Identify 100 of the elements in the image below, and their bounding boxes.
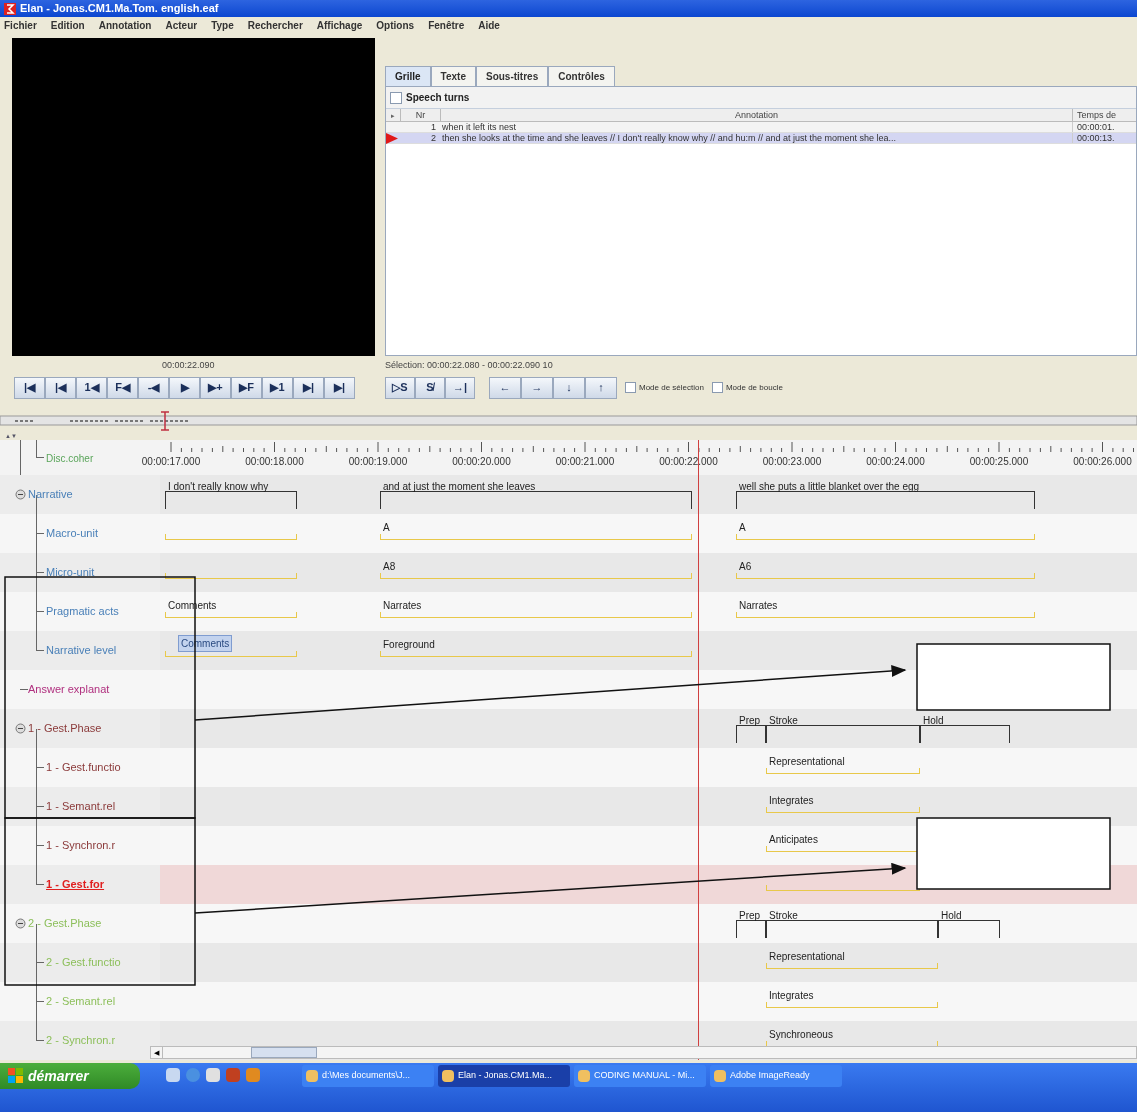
tab[interactable]: Contrôles bbox=[548, 66, 615, 86]
collapse-icon[interactable] bbox=[15, 489, 26, 500]
media-button[interactable]: -◀ bbox=[138, 376, 169, 399]
taskbar-button[interactable]: Adobe ImageReady bbox=[710, 1065, 842, 1087]
media-button[interactable]: ▷S bbox=[385, 376, 415, 399]
tab[interactable]: Sous-titres bbox=[475, 66, 549, 86]
media-button[interactable]: S̸ bbox=[415, 376, 445, 399]
time-label: 00:00:23.000 bbox=[762, 455, 822, 469]
annotation-text: A6 bbox=[739, 560, 752, 574]
window-title: Elan - Jonas.CM1.Ma.Tom. english.eaf bbox=[20, 1, 219, 17]
media-button[interactable]: ↑ bbox=[585, 376, 617, 399]
annotation-text: well she puts a little blanket over the egg bbox=[739, 480, 920, 494]
tier-label[interactable]: Narrative bbox=[28, 487, 73, 501]
time-label: 00:00:21.000 bbox=[555, 455, 615, 469]
tier-label[interactable]: 1 - Synchron.r bbox=[46, 838, 116, 852]
annotation-span[interactable] bbox=[766, 920, 938, 938]
taskbar-button[interactable]: d:\Mes documents\J... bbox=[302, 1065, 434, 1087]
tier-label[interactable]: Narrative level bbox=[46, 643, 117, 657]
tab[interactable]: Texte bbox=[430, 66, 476, 86]
menu-item[interactable]: Rechercher bbox=[247, 18, 303, 33]
menu-item[interactable]: Fichier bbox=[4, 18, 37, 33]
tier-label[interactable]: Micro-unit bbox=[46, 565, 95, 579]
time-label: 00:00:18.000 bbox=[245, 455, 304, 469]
column-header[interactable]: Annotation bbox=[440, 109, 1072, 121]
tier-label[interactable]: 1 - Gest.Phase bbox=[28, 721, 102, 735]
column-header[interactable]: Temps de bbox=[1072, 109, 1136, 121]
time-label: 00:00:25.000 bbox=[969, 455, 1029, 469]
annotation-text: and at just the moment she leaves bbox=[383, 480, 536, 494]
tier-label[interactable]: 1 - Gest.functio bbox=[46, 760, 121, 774]
app-icon bbox=[442, 1070, 454, 1082]
collapse-icon[interactable] bbox=[15, 723, 26, 734]
mode-checkbox[interactable] bbox=[711, 382, 723, 393]
column-header[interactable]: Nr bbox=[400, 109, 440, 121]
media-button[interactable]: ▶| bbox=[324, 376, 355, 399]
annotation-text: A8 bbox=[383, 560, 396, 574]
menu-item[interactable]: Edition bbox=[50, 18, 85, 33]
annotation-text: Hold bbox=[941, 909, 962, 923]
annotation-span[interactable] bbox=[938, 920, 1000, 938]
collapse-icon[interactable] bbox=[15, 918, 26, 929]
annotation-span[interactable] bbox=[920, 725, 1010, 743]
tab[interactable]: Grille bbox=[385, 66, 431, 86]
scrollbar-thumb[interactable] bbox=[251, 1047, 317, 1058]
tier-checkbox[interactable] bbox=[390, 91, 402, 104]
time-label: 00:00:17.000 bbox=[141, 455, 201, 469]
table-row[interactable]: 2 then she looks at the time and she leaves // I don't really know why // and hu:m // and at just the moment she lea... 00:00:13. bbox=[386, 133, 1136, 144]
mode-checkbox[interactable] bbox=[625, 382, 636, 393]
annotation-span[interactable] bbox=[736, 491, 1035, 509]
annotation-text: Integrates bbox=[769, 794, 814, 808]
tier-label[interactable]: 1 - Gest.for bbox=[46, 877, 105, 891]
media-button[interactable]: |◀ bbox=[45, 376, 76, 399]
tier-selector[interactable]: Speech turns bbox=[406, 90, 470, 105]
quick-launch-icon[interactable] bbox=[186, 1068, 200, 1082]
start-button[interactable]: démarrer bbox=[0, 1063, 140, 1089]
media-button[interactable]: → bbox=[521, 376, 553, 399]
table-cell: 00:00:01. bbox=[1072, 122, 1136, 132]
quick-launch-icon[interactable] bbox=[166, 1068, 180, 1082]
menu-item[interactable]: Annotation bbox=[98, 18, 152, 33]
media-button[interactable]: ▶1 bbox=[262, 376, 293, 399]
annotation-text: Synchroneous bbox=[769, 1028, 833, 1042]
app-logo-icon bbox=[4, 2, 16, 15]
media-time: 00:00:22.090 bbox=[162, 359, 215, 372]
quick-launch-icon[interactable] bbox=[246, 1068, 260, 1082]
tier-label[interactable]: Macro-unit bbox=[46, 526, 98, 540]
time-cursor[interactable] bbox=[698, 440, 699, 1060]
media-button[interactable]: →| bbox=[445, 376, 475, 399]
media-button[interactable]: ↓ bbox=[553, 376, 585, 399]
annotation-span[interactable] bbox=[165, 491, 297, 509]
taskbar-button[interactable]: Elan - Jonas.CM1.Ma... bbox=[438, 1065, 570, 1087]
table-cell: 00:00:13. bbox=[1072, 133, 1136, 143]
table-cell-text: 2 bbox=[430, 133, 437, 143]
media-button[interactable]: ▶| bbox=[293, 376, 324, 399]
annotation-span[interactable] bbox=[766, 725, 920, 743]
tier-label[interactable]: Answer explanat bbox=[28, 682, 110, 696]
annotation-text: Prep bbox=[739, 909, 761, 923]
tier-label[interactable]: 1 - Semant.rel bbox=[46, 799, 116, 813]
menu-item[interactable]: Acteur bbox=[165, 18, 198, 33]
menu-item[interactable]: Aide bbox=[478, 18, 500, 33]
menu-item[interactable]: Options bbox=[376, 18, 415, 33]
app-icon bbox=[306, 1070, 318, 1082]
annotation-text: Narrates bbox=[739, 599, 778, 613]
menu-item[interactable]: Type bbox=[211, 18, 234, 33]
menu-item[interactable]: Affichage bbox=[316, 18, 363, 33]
media-button[interactable]: 1◀ bbox=[76, 376, 107, 399]
media-button[interactable]: ▶+ bbox=[200, 376, 231, 399]
media-button[interactable]: F◀ bbox=[107, 376, 138, 399]
media-button[interactable]: ▶ bbox=[169, 376, 200, 399]
media-button[interactable]: |◀ bbox=[14, 376, 45, 399]
tier-label[interactable]: Pragmatic acts bbox=[46, 604, 119, 618]
annotation-text: I don't really know why bbox=[168, 480, 269, 494]
selection-info: Sélection: 00:00:22.080 - 00:00:22.090 10 bbox=[385, 359, 554, 372]
media-button[interactable]: ← bbox=[489, 376, 521, 399]
table-row[interactable]: 1 when it left its nest 00:00:01. bbox=[386, 122, 1136, 133]
annotation-span[interactable] bbox=[736, 920, 766, 938]
media-button[interactable]: ▶F bbox=[231, 376, 262, 399]
quick-launch-icon[interactable] bbox=[206, 1068, 220, 1082]
menu-item[interactable]: Fenêtre bbox=[428, 18, 465, 33]
annotation-span[interactable] bbox=[380, 491, 692, 509]
taskbar-button[interactable]: CODING MANUAL - Mi... bbox=[574, 1065, 706, 1087]
annotation-span[interactable] bbox=[736, 725, 766, 743]
quick-launch-icon[interactable] bbox=[226, 1068, 240, 1082]
